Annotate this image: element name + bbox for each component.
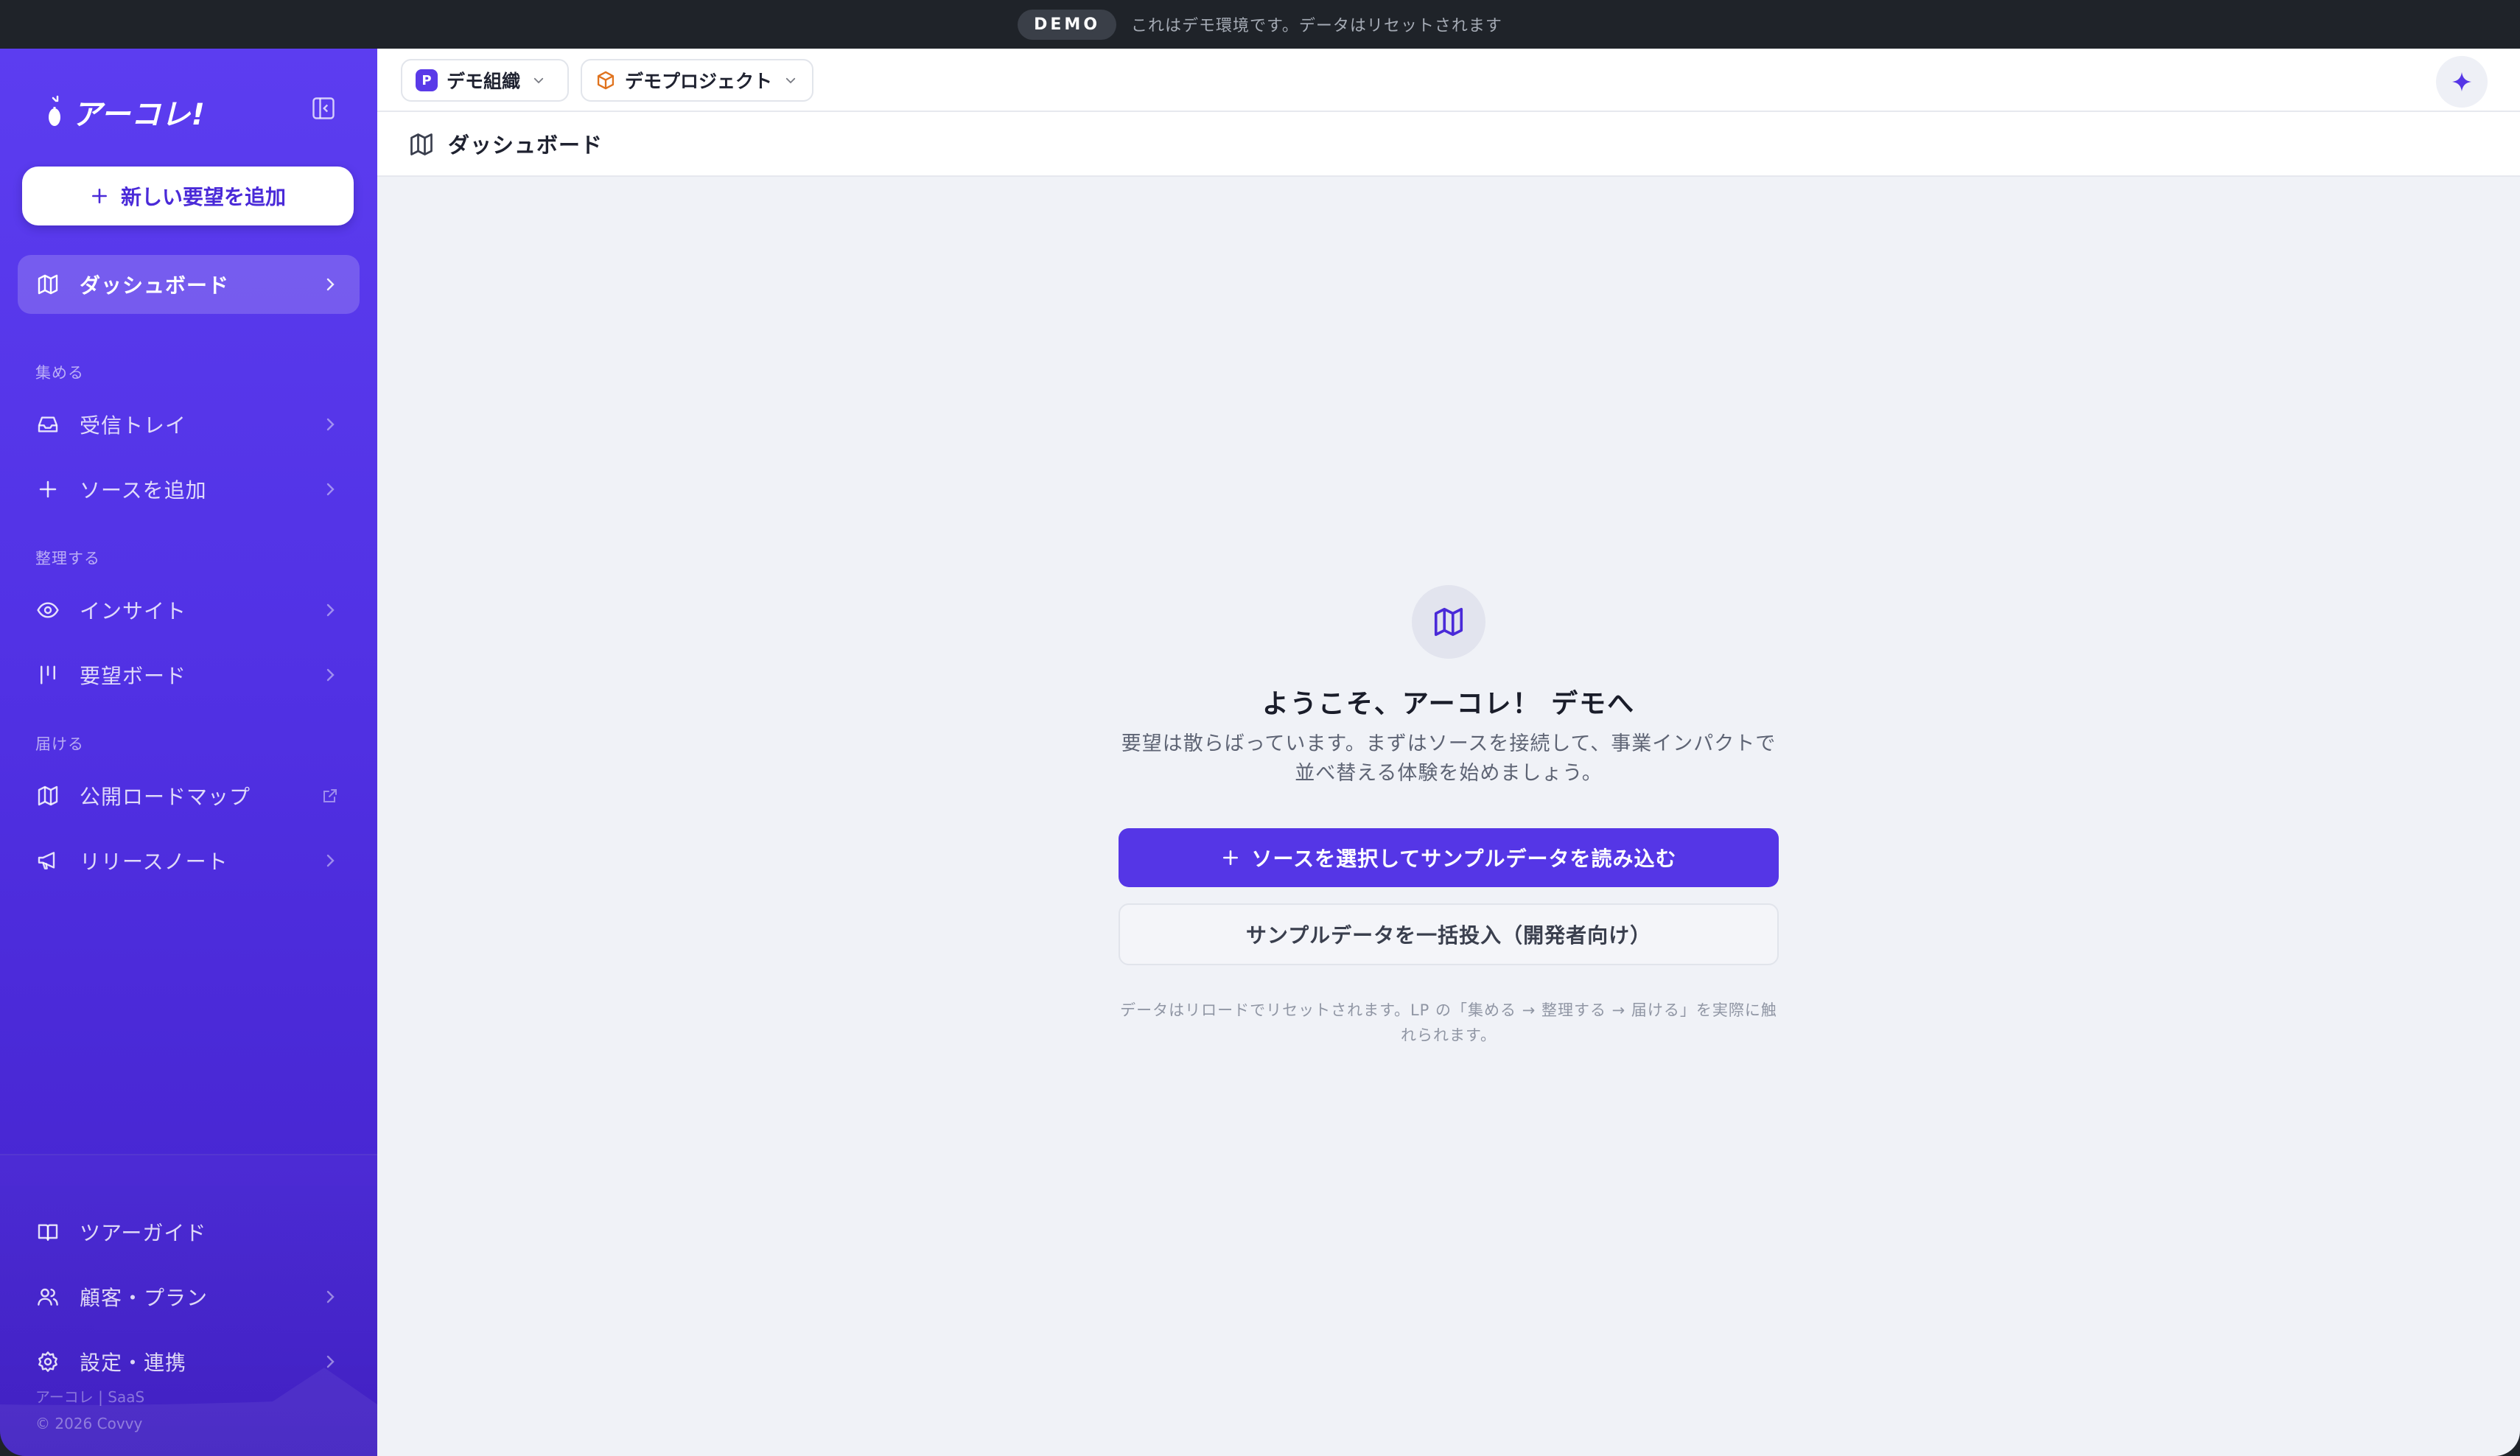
nav-label-add-source: ソースを追加: [80, 478, 207, 503]
nav-label-release-notes: リリースノート: [80, 850, 228, 874]
map-icon: [1434, 607, 1463, 637]
demo-banner: DEMO これはデモ環境です。データはリセットされます: [0, 0, 2520, 49]
breadcrumb: ダッシュボード: [377, 112, 2520, 177]
board-icon: [35, 662, 60, 687]
footer-copyright: © 2026 Covvy: [35, 1415, 143, 1432]
section-label-collect: 集める: [35, 364, 84, 382]
chevron-right-icon: [326, 278, 335, 291]
footer-product: アーコレ | SaaS: [35, 1388, 145, 1406]
logo-mark-icon: [49, 95, 60, 126]
nav-label-inbox: 受信トレイ: [80, 413, 187, 438]
add-request-button[interactable]: 新しい要望を追加: [22, 167, 354, 225]
sparkle-icon: [2451, 71, 2472, 92]
map-icon: [410, 133, 433, 155]
chevron-down-icon: [533, 77, 544, 84]
organization-selector[interactable]: P デモ組織: [401, 59, 569, 102]
load-sample-data-label: ソースを選択してサンプルデータを読み込む: [1251, 847, 1677, 871]
chevron-right-icon: [326, 483, 335, 496]
megaphone-icon: [35, 848, 60, 873]
section-label-organize: 整理する: [35, 550, 100, 567]
reset-note-line1: データはリロードでリセットされます。LP の「集める → 整理する → 届ける」…: [1120, 1001, 1777, 1019]
nav-label-request-board: 要望ボード: [80, 664, 187, 688]
bulk-import-button[interactable]: サンプルデータを一括投入（開発者向け）: [1119, 903, 1779, 965]
bulk-import-label: サンプルデータを一括投入（開発者向け）: [1245, 923, 1652, 948]
sidebar-footer: アーコレ | SaaS © 2026 Covvy: [35, 1384, 144, 1437]
book-icon: [35, 1219, 60, 1245]
logo-text: アーコレ!: [72, 98, 206, 132]
plus-icon: [92, 189, 107, 203]
welcome-description-line1: 要望は散らばっています。まずはソースを接続して、事業インパクトで: [1121, 732, 1777, 755]
chevron-down-icon: [785, 77, 796, 84]
map-icon: [35, 783, 60, 808]
collapse-sidebar-button[interactable]: [308, 93, 339, 124]
main-content: P デモ組織 デモプロジェクト ダッシュボード ようこそ、アーコレ！ デモへ 要…: [377, 49, 2520, 1456]
users-icon: [35, 1284, 60, 1309]
load-sample-data-button[interactable]: ソースを選択してサンプルデータを読み込む: [1119, 828, 1779, 887]
nav-item-release-notes[interactable]: リリースノート: [18, 831, 360, 890]
top-bar: P デモ組織 デモプロジェクト: [377, 49, 2520, 112]
app-logo[interactable]: アーコレ!: [44, 90, 206, 134]
reset-note: データはリロードでリセットされます。LP の「集める → 整理する → 届ける」…: [1119, 998, 1779, 1048]
nav-label-customers-plans: 顧客・プラン: [80, 1286, 209, 1310]
org-badge: P: [416, 69, 438, 91]
org-name: デモ組織: [447, 71, 521, 92]
sidebar: アーコレ! 新しい要望を追加 ダッシュボード 集める 受信トレイ ソースを追加 …: [0, 49, 377, 1456]
reset-note-line2: れられます。: [1401, 1026, 1497, 1044]
nav-label-public-roadmap: 公開ロードマップ: [80, 785, 251, 809]
map-icon: [35, 272, 60, 297]
chevron-right-icon: [326, 668, 335, 682]
section-label-deliver: 届ける: [35, 735, 84, 753]
project-selector[interactable]: デモプロジェクト: [581, 59, 813, 102]
ai-assistant-button[interactable]: [2436, 56, 2488, 108]
inbox-icon: [35, 412, 60, 437]
welcome-description-line2: 並べ替える体験を始めましょう。: [1295, 762, 1603, 785]
external-link-icon: [323, 789, 337, 802]
chevron-right-icon: [326, 854, 335, 867]
eye-icon: [35, 598, 60, 623]
add-request-label: 新しい要望を追加: [120, 185, 286, 209]
demo-badge: DEMO: [1018, 9, 1117, 40]
nav-item-inbox[interactable]: 受信トレイ: [18, 395, 360, 454]
nav-label-tour-guide: ツアーガイド: [80, 1221, 207, 1245]
plus-icon: [35, 477, 60, 502]
empty-state-icon: [1412, 585, 1485, 659]
nav-item-public-roadmap[interactable]: 公開ロードマップ: [18, 766, 360, 825]
nav-item-insights[interactable]: インサイト: [18, 581, 360, 640]
chevron-right-icon: [326, 603, 335, 617]
nav-item-add-source[interactable]: ソースを追加: [18, 460, 360, 519]
nav-item-tour-guide[interactable]: ツアーガイド: [18, 1203, 360, 1261]
nav-label-insights: インサイト: [80, 599, 187, 623]
chevron-right-icon: [326, 418, 335, 431]
cube-icon: [597, 71, 615, 90]
welcome-title: ようこそ、アーコレ！ デモへ: [1261, 689, 1636, 719]
page-title: ダッシュボード: [448, 133, 603, 158]
nav-item-dashboard[interactable]: ダッシュボード: [18, 255, 360, 314]
demo-message: これはデモ環境です。データはリセットされます: [1131, 17, 1502, 35]
sidebar-collapse-icon: [312, 97, 335, 119]
welcome-description: 要望は散らばっています。まずはソースを接続して、事業インパクトで 並べ替える体験…: [1080, 729, 1817, 788]
project-name: デモプロジェクト: [625, 71, 773, 92]
plus-icon: [1222, 850, 1238, 865]
chevron-right-icon: [326, 1290, 335, 1303]
nav-label-dashboard: ダッシュボード: [80, 273, 230, 298]
nav-item-request-board[interactable]: 要望ボード: [18, 645, 360, 704]
nav-item-customers-plans[interactable]: 顧客・プラン: [18, 1267, 360, 1326]
